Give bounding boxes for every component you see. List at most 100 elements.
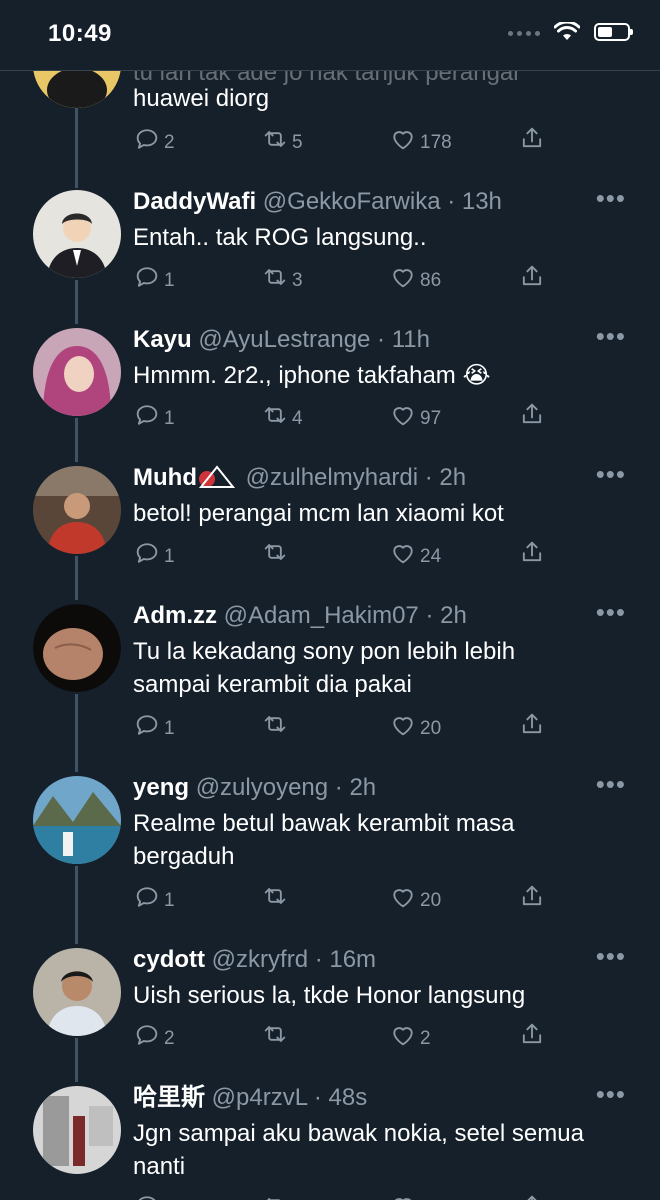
retweet-icon [266, 1198, 281, 1200]
avatar[interactable] [33, 776, 121, 864]
tweet[interactable]: 哈里斯 @p4rzvL · 48s ••• Jgn sampai aku baw… [0, 1081, 660, 1200]
display-name[interactable]: Muhd [133, 464, 197, 491]
retweet-button[interactable]: 5 [261, 124, 303, 154]
reply-icon [136, 887, 158, 907]
reply-button[interactable]: 2 [133, 1020, 175, 1050]
avatar[interactable] [33, 190, 121, 278]
like-icon [393, 407, 413, 426]
share-button[interactable] [518, 882, 546, 910]
share-button[interactable] [518, 262, 546, 290]
retweet-count: 3 [292, 270, 303, 291]
more-icon[interactable]: ••• [596, 599, 626, 625]
more-icon[interactable]: ••• [596, 461, 626, 487]
handle-time[interactable]: @Adam_Hakim07 · 2h [224, 602, 467, 629]
handle-time[interactable]: @GekkoFarwika · 13h [263, 188, 502, 215]
retweet-button[interactable] [261, 710, 292, 738]
reply-icon [136, 1025, 158, 1045]
like-count: 24 [420, 546, 442, 567]
retweet-button[interactable]: 4 [261, 400, 303, 430]
reply-button[interactable]: 1 [133, 538, 175, 568]
more-icon[interactable]: ••• [596, 943, 626, 969]
share-icon [522, 265, 542, 286]
battery-icon [594, 23, 633, 41]
reply-button[interactable] [133, 1192, 161, 1200]
reply-count: 2 [164, 132, 175, 153]
share-icon [522, 713, 542, 734]
tweet[interactable]: Adm.zz @Adam_Hakim07 · 2h ••• Tu la keka… [0, 599, 660, 773]
share-icon [522, 1023, 542, 1044]
like-icon [393, 889, 413, 908]
reply-count: 1 [164, 718, 175, 739]
avatar[interactable] [33, 948, 121, 1036]
reply-button[interactable]: 2 [133, 124, 175, 154]
like-button[interactable] [389, 1192, 417, 1200]
more-icon[interactable]: ••• [596, 323, 626, 349]
retweet-button[interactable] [261, 538, 292, 566]
like-icon [395, 1198, 411, 1200]
like-button[interactable]: 24 [389, 538, 441, 568]
tweet[interactable]: cydott @zkryfrd · 16m ••• Uish serious l… [0, 943, 660, 1083]
display-name[interactable]: Kayu [133, 326, 192, 353]
handle-time[interactable]: @p4rzvL · 48s [212, 1084, 368, 1111]
share-icon [522, 403, 542, 424]
status-bar: 10:49 [0, 0, 660, 71]
retweet-icon [264, 407, 286, 423]
reply-button[interactable]: 1 [133, 710, 175, 740]
share-button[interactable] [518, 1020, 546, 1048]
like-button[interactable]: 2 [389, 1020, 431, 1050]
avatar[interactable] [33, 604, 121, 692]
avatar[interactable] [33, 466, 121, 554]
like-button[interactable]: 20 [389, 710, 441, 740]
avatar[interactable] [33, 328, 121, 416]
retweet-button[interactable] [261, 882, 292, 910]
display-name[interactable]: 哈里斯 [133, 1084, 205, 1111]
reply-count: 1 [164, 408, 175, 429]
tweet-text: Hmmm. 2r2., iphone takfaham 😭 [133, 362, 491, 389]
tweet[interactable]: DaddyWafi @GekkoFarwika · 13h ••• Entah.… [0, 185, 660, 325]
reply-button[interactable]: 1 [133, 262, 175, 292]
handle-time[interactable]: @AyuLestrange · 11h [198, 326, 430, 353]
handle-time[interactable]: @zkryfrd · 16m [212, 946, 376, 973]
display-name[interactable]: Adm.zz [133, 602, 217, 629]
like-button[interactable]: 20 [389, 882, 441, 912]
like-button[interactable]: 86 [389, 262, 441, 292]
reply-icon [136, 543, 158, 563]
share-button[interactable] [518, 710, 546, 738]
tweet-actions: 2 5 178 [133, 124, 553, 160]
share-button[interactable] [518, 400, 546, 428]
tweet-header: DaddyWafi @GekkoFarwika · 13h [133, 187, 502, 217]
tweet-header: cydott @zkryfrd · 16m [133, 945, 376, 975]
handle-time[interactable]: @zulhelmyhardi · 2h [246, 464, 466, 491]
display-name[interactable]: DaddyWafi [133, 188, 256, 215]
tweet[interactable]: Muhd @zulhelmyhardi · 2h ••• betol! pera… [0, 461, 660, 601]
like-button[interactable]: 178 [389, 124, 452, 154]
retweet-icon [264, 544, 286, 560]
tweet-actions: 1 4 97 [133, 400, 553, 436]
display-name[interactable]: yeng [133, 774, 189, 801]
share-button[interactable] [518, 538, 546, 566]
more-icon[interactable]: ••• [596, 185, 626, 211]
retweet-button[interactable]: 3 [261, 262, 303, 292]
avatar[interactable] [33, 1086, 121, 1174]
retweet-button[interactable] [261, 1192, 289, 1200]
tweet-header: Adm.zz @Adam_Hakim07 · 2h [133, 601, 467, 631]
share-button[interactable] [518, 124, 546, 152]
reply-icon [136, 129, 158, 149]
tweet-actions: 1 20 [133, 882, 553, 918]
like-button[interactable]: 97 [389, 400, 441, 430]
wifi-icon [554, 22, 580, 40]
share-button[interactable] [518, 1192, 546, 1200]
more-icon[interactable]: ••• [596, 1081, 626, 1107]
retweet-icon [264, 888, 286, 904]
display-name[interactable]: cydott [133, 946, 205, 973]
reply-button[interactable]: 1 [133, 882, 175, 912]
like-count: 178 [420, 132, 452, 153]
handle-time[interactable]: @zulyoyeng · 2h [196, 774, 376, 801]
more-icon[interactable]: ••• [596, 771, 626, 797]
tweet[interactable]: yeng @zulyoyeng · 2h ••• Realme betul ba… [0, 771, 660, 945]
tweet-text: betol! perangai mcm lan xiaomi kot [133, 500, 504, 527]
reply-button[interactable]: 1 [133, 400, 175, 430]
like-count: 2 [420, 1028, 431, 1049]
retweet-button[interactable] [261, 1020, 292, 1048]
tweet[interactable]: Kayu @AyuLestrange · 11h ••• Hmmm. 2r2.,… [0, 323, 660, 463]
